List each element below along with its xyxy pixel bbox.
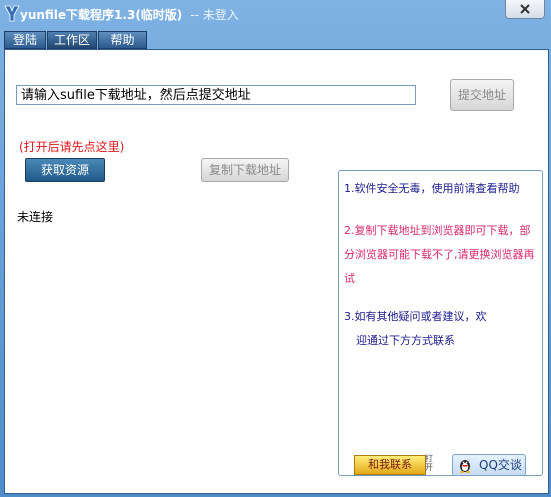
contact-open-label: 打开 xyxy=(425,454,433,472)
login-status-text: -- 未登入 xyxy=(190,8,239,22)
workspace-panel: 请输入sufile下载地址，然后点提交地址 提交地址 (打开后请先点这里) 获取… xyxy=(4,49,549,494)
qq-chat-button[interactable]: QQ交谈 xyxy=(452,454,526,476)
window-title-text: yunfile下载程序1.3(临时版) xyxy=(20,8,183,22)
submit-url-button[interactable]: 提交地址 xyxy=(450,79,514,111)
open-hint-text: (打开后请先点这里) xyxy=(19,140,125,154)
info-item-3: 3.如有其他疑问或者建议，欢 迎通过下方方式联系 xyxy=(344,305,540,353)
tab-login[interactable]: 登陆 xyxy=(4,31,46,49)
get-resource-button[interactable]: 获取资源 xyxy=(25,158,105,182)
info-item-2: 2.复制下载地址到浏览器即可下载，部分浏览器可能下载不了,请更换浏览器再试 xyxy=(344,224,535,285)
tab-help[interactable]: 帮助 xyxy=(98,31,147,49)
info-panel: 1.软件安全无毒，使用前请查看帮助 2.复制下载地址到浏览器即可下载，部分浏览器… xyxy=(338,170,543,476)
qq-chat-label: QQ交谈 xyxy=(479,458,522,472)
window-title: yunfile下载程序1.3(临时版) -- 未登入 xyxy=(20,6,239,23)
connection-status: 未连接 xyxy=(17,210,54,224)
title-bar[interactable]: yunfile下载程序1.3(临时版) -- 未登入 xyxy=(0,0,551,28)
qq-penguin-icon xyxy=(457,457,473,479)
info-item-3-line2: 迎通过下方方式联系 xyxy=(356,334,455,347)
close-button[interactable] xyxy=(505,0,545,19)
info-item-3-line1: 3.如有其他疑问或者建议，欢 xyxy=(344,310,487,323)
contact-me-button[interactable]: 和我联系 xyxy=(354,455,426,475)
close-icon xyxy=(520,4,530,14)
copy-download-link-button[interactable]: 复制下载地址 xyxy=(201,158,289,182)
info-item-1: 1.软件安全无毒，使用前请查看帮助 xyxy=(344,182,520,195)
tab-workspace[interactable]: 工作区 xyxy=(47,31,97,49)
url-input[interactable]: 请输入sufile下载地址，然后点提交地址 xyxy=(16,85,416,105)
y-logo-icon xyxy=(4,4,20,22)
app-window: yunfile下载程序1.3(临时版) -- 未登入 登陆 工作区 帮助 请输入s… xyxy=(0,0,551,497)
